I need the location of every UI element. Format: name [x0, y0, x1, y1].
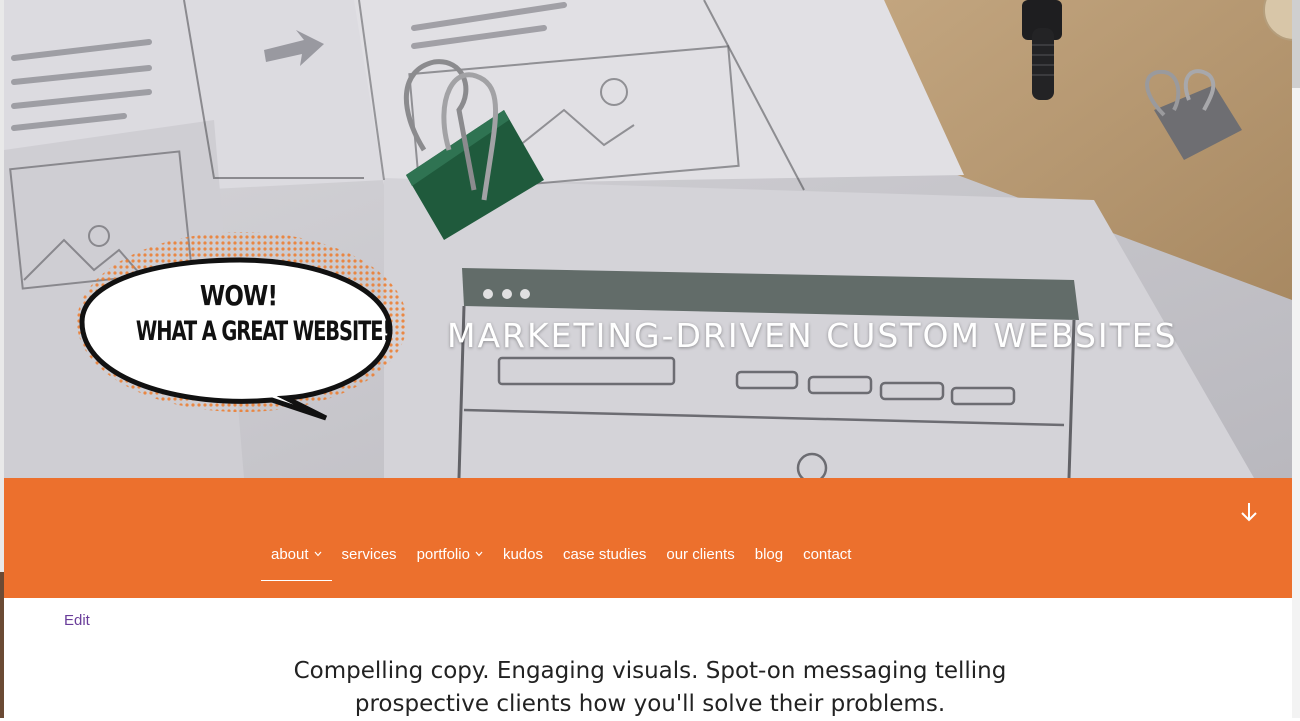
hero-title: MARKETING-DRIVEN CUSTOM WEBSITES — [447, 316, 1178, 355]
nav-item-label: blog — [754, 546, 784, 563]
nav-item-label: kudos — [502, 546, 543, 563]
nav-item-label: our clients — [666, 546, 735, 563]
nav-item-services[interactable]: services — [332, 545, 407, 581]
arrow-down-icon[interactable] — [1237, 500, 1261, 524]
chevron-down-icon — [475, 551, 483, 557]
main-nav: about services portfolio kudos case stud… — [261, 545, 861, 581]
speech-bubble-line-2: WHAT A GREAT WEBSITE! — [135, 316, 391, 347]
nav-item-our-clients[interactable]: our clients — [656, 545, 744, 581]
nav-item-case-studies[interactable]: case studies — [553, 545, 656, 581]
tagline-line-2: prospective clients how you'll solve the… — [354, 691, 946, 717]
hero-background-illustration — [4, 0, 1292, 478]
nav-item-blog[interactable]: blog — [745, 545, 793, 581]
tagline-line-1: Compelling copy. Engaging visuals. Spot-… — [293, 658, 1007, 684]
scrollbar-track[interactable] — [1292, 0, 1300, 718]
nav-item-about[interactable]: about — [261, 545, 332, 581]
chevron-down-icon — [314, 551, 322, 557]
nav-item-label: portfolio — [416, 546, 470, 563]
nav-item-label: services — [341, 546, 397, 563]
nav-item-kudos[interactable]: kudos — [493, 545, 553, 581]
speech-bubble-line-1: WOW! — [199, 279, 278, 312]
nav-item-portfolio[interactable]: portfolio — [407, 545, 493, 581]
scrollbar-thumb[interactable] — [1292, 0, 1300, 88]
nav-item-label: about — [271, 546, 309, 563]
edit-link[interactable]: Edit — [64, 612, 90, 629]
tagline: Compelling copy. Engaging visuals. Spot-… — [0, 655, 1300, 721]
speech-bubble-text: WOW! WHAT A GREAT WEBSITE! — [96, 278, 391, 350]
nav-item-contact[interactable]: contact — [793, 545, 861, 581]
nav-item-label: case studies — [562, 546, 647, 563]
nav-item-label: contact — [803, 546, 852, 563]
hero-banner: WOW! WHAT A GREAT WEBSITE! MARKETING-DRI… — [4, 0, 1292, 478]
